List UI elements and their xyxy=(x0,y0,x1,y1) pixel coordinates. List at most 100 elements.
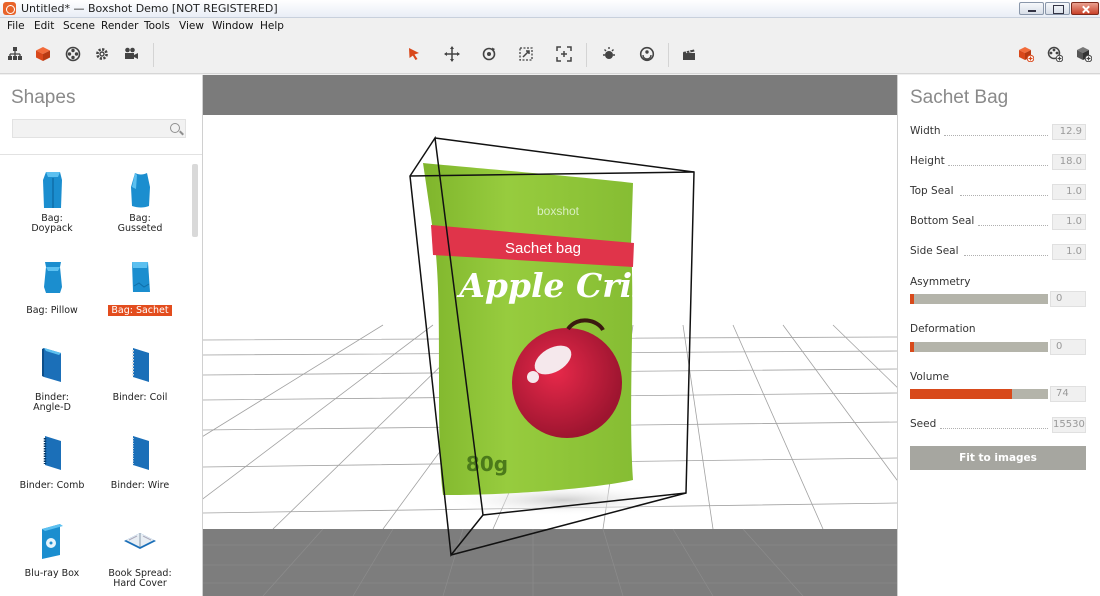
shape-item-bag-gusseted[interactable]: Bag: Gusseted xyxy=(100,170,180,250)
volume-label: Volume xyxy=(910,371,950,383)
height-field[interactable]: 18.0 xyxy=(1052,154,1086,170)
volume-value[interactable]: 74 xyxy=(1050,386,1086,402)
menu-scene[interactable]: Scene xyxy=(63,20,95,32)
shape-item-binder-comb[interactable]: Binder: Comb xyxy=(12,433,92,513)
binder-coil-icon xyxy=(132,348,149,382)
shape-label: Blu-ray Box xyxy=(24,568,80,579)
prop-row-seed: Seed 15530 xyxy=(910,417,1086,433)
prop-label: Side Seal xyxy=(910,245,959,257)
slider-fill xyxy=(910,294,915,304)
search-icon[interactable] xyxy=(170,123,180,133)
properties-panel-title: Sachet Bag xyxy=(910,87,1009,108)
menu-window[interactable]: Window xyxy=(212,20,253,32)
prop-row-side-seal: Side Seal 1.0 xyxy=(910,244,1086,260)
asymmetry-label: Asymmetry xyxy=(910,276,971,288)
asymmetry-slider[interactable] xyxy=(910,294,1048,304)
bag-gusseted-icon xyxy=(131,173,150,208)
prop-row-width: Width 12.9 xyxy=(910,124,1086,140)
menu-tools[interactable]: Tools xyxy=(144,20,170,32)
bag-doypack-icon xyxy=(43,172,62,208)
top-seal-field[interactable]: 1.0 xyxy=(1052,184,1086,200)
select-arrow-icon[interactable] xyxy=(404,44,424,64)
rotate-icon[interactable] xyxy=(479,44,499,64)
bottom-seal-field[interactable]: 1.0 xyxy=(1052,214,1086,230)
shape-item-binder-coil[interactable]: Binder: Coil xyxy=(100,345,180,425)
menu-edit[interactable]: Edit xyxy=(34,20,54,32)
asymmetry-value[interactable]: 0 xyxy=(1050,291,1086,307)
app-logo-icon xyxy=(3,2,16,15)
fit-to-images-button[interactable]: Fit to images xyxy=(910,446,1086,470)
scene-render: Sachet bag boxshot Apple Cris 80g xyxy=(203,75,897,596)
binder-wire-icon xyxy=(132,436,149,470)
seed-field[interactable]: 15530 xyxy=(1052,417,1086,433)
shape-item-bag-doypack[interactable]: Bag: Doypack xyxy=(12,170,92,250)
camera-icon[interactable] xyxy=(121,44,141,64)
prop-row-top-seal: Top Seal 1.0 xyxy=(910,184,1086,200)
shape-item-book-spread[interactable]: Book Spread: Hard Cover xyxy=(100,521,180,596)
shape-item-bag-pillow[interactable]: Bag: Pillow xyxy=(12,258,92,338)
bag-product-name: Apple Cris xyxy=(456,266,651,305)
materials-icon[interactable] xyxy=(63,44,83,64)
bag-brand-text: boxshot xyxy=(537,204,580,218)
deformation-value[interactable]: 0 xyxy=(1050,339,1086,355)
volume-slider[interactable] xyxy=(910,389,1048,399)
shapes-search-input[interactable] xyxy=(12,119,186,138)
shape-label: Book Spread: Hard Cover xyxy=(108,568,172,589)
title-bar: Untitled* — Boxshot Demo [NOT REGISTERED… xyxy=(0,0,1100,18)
book-spread-icon xyxy=(124,533,156,549)
shape-cube-icon[interactable] xyxy=(33,44,53,64)
move-icon[interactable] xyxy=(442,44,462,64)
bag-pillow-icon xyxy=(44,262,62,293)
add-object-icon[interactable] xyxy=(1074,44,1094,64)
shape-item-binder-angle-d[interactable]: Binder: Angle-D xyxy=(12,345,92,425)
shape-item-bluray-box[interactable]: Blu-ray Box xyxy=(12,521,92,596)
shapes-scrollbar[interactable] xyxy=(192,164,198,237)
toolbar-separator xyxy=(153,43,154,67)
toolbar-separator xyxy=(586,43,587,67)
render-clapper-icon[interactable] xyxy=(679,44,699,64)
environment-icon[interactable] xyxy=(637,44,657,64)
deformation-slider[interactable] xyxy=(910,342,1048,352)
fit-icon[interactable] xyxy=(554,44,574,64)
bag-sachet-icon xyxy=(132,262,150,292)
shape-label: Binder: Wire xyxy=(110,480,170,491)
deformation-label: Deformation xyxy=(910,323,976,335)
properties-panel: Sachet Bag Width 12.9 Height 18.0 Top Se… xyxy=(897,75,1100,596)
menu-file[interactable]: File xyxy=(7,20,25,32)
bag-weight-text: 80g xyxy=(466,452,508,476)
minimize-button[interactable] xyxy=(1019,2,1044,15)
prop-label: Seed xyxy=(910,418,937,430)
shape-label: Binder: Coil xyxy=(112,392,168,403)
side-seal-field[interactable]: 1.0 xyxy=(1052,244,1086,260)
menu-render[interactable]: Render xyxy=(101,20,138,32)
width-field[interactable]: 12.9 xyxy=(1052,124,1086,140)
add-shape-icon[interactable] xyxy=(1016,44,1036,64)
shape-label: Bag: Pillow xyxy=(26,305,78,316)
menu-bar: File Edit Scene Render Tools View Window… xyxy=(0,18,1100,35)
3d-viewport[interactable]: Sachet bag boxshot Apple Cris 80g xyxy=(203,75,897,596)
bluray-box-icon xyxy=(42,524,63,559)
shape-label-selected: Bag: Sachet xyxy=(100,305,180,316)
menu-view[interactable]: View xyxy=(179,20,204,32)
binder-angle-d-icon xyxy=(42,348,61,382)
close-button[interactable] xyxy=(1071,2,1099,15)
maximize-button[interactable] xyxy=(1045,2,1070,15)
menu-help[interactable]: Help xyxy=(260,20,284,32)
panel-divider xyxy=(0,154,202,155)
hierarchy-icon[interactable] xyxy=(5,44,25,64)
toolbar-separator xyxy=(668,43,669,67)
shape-label: Binder: Comb xyxy=(19,480,85,491)
settings-gear-icon[interactable] xyxy=(92,44,112,64)
bag-banner-text: Sachet bag xyxy=(505,240,581,257)
scale-icon[interactable] xyxy=(516,44,536,64)
add-material-icon[interactable] xyxy=(1045,44,1065,64)
shape-item-binder-wire[interactable]: Binder: Wire xyxy=(100,433,180,513)
shape-item-bag-sachet[interactable]: Bag: Sachet xyxy=(100,258,180,338)
window-title: Untitled* — Boxshot Demo [NOT REGISTERED… xyxy=(21,2,278,15)
prop-row-height: Height 18.0 xyxy=(910,154,1086,170)
slider-fill xyxy=(910,342,915,352)
prop-row-bottom-seal: Bottom Seal 1.0 xyxy=(910,214,1086,230)
light-icon[interactable] xyxy=(599,44,619,64)
prop-label: Bottom Seal xyxy=(910,215,975,227)
slider-fill xyxy=(910,389,1013,399)
